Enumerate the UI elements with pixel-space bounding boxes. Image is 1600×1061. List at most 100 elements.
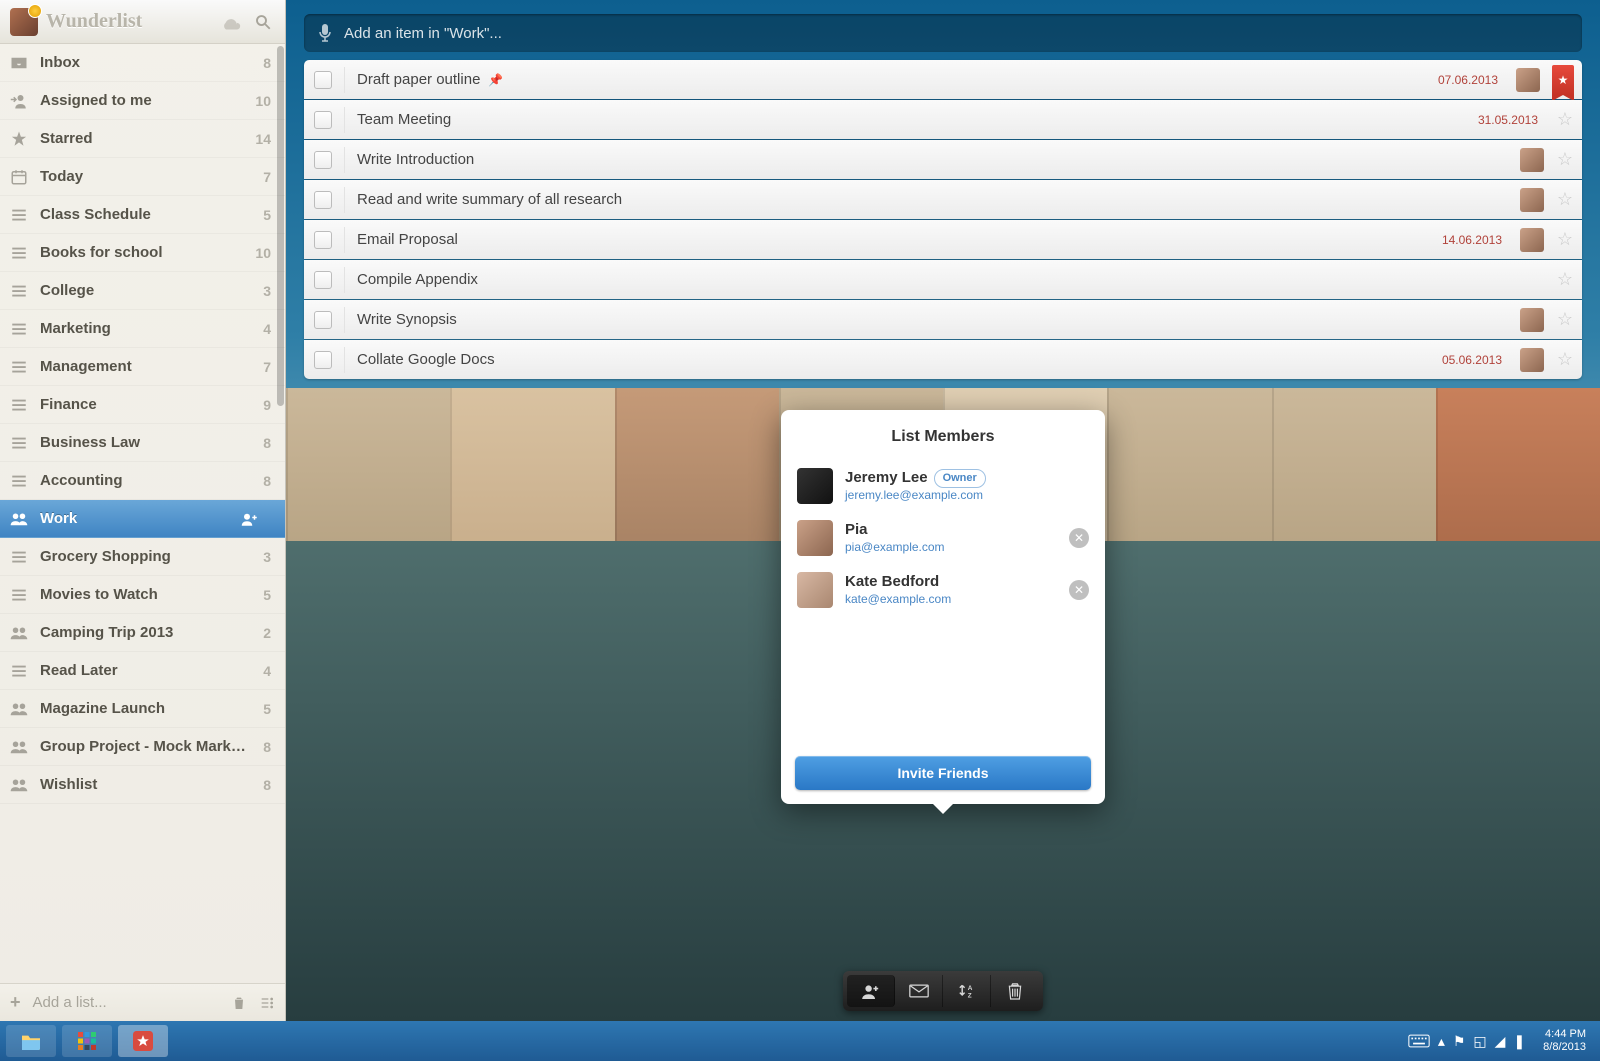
sidebar-item-label: College (40, 282, 251, 299)
sidebar-item-count: 10 (255, 93, 271, 109)
task-row[interactable]: Collate Google Docs05.06.2013☆ (304, 340, 1582, 379)
main-panel: Add an item in "Work"... Draft paper out… (286, 0, 1600, 1021)
sidebar-item-label: Work (40, 510, 229, 527)
sidebar-item-college[interactable]: College3 (0, 272, 285, 310)
sidebar-item-count: 5 (263, 207, 271, 223)
sidebar-item-magazine-launch[interactable]: Magazine Launch5 (0, 690, 285, 728)
assignee-avatar (1520, 348, 1544, 372)
star-icon[interactable]: ☆ (1556, 309, 1574, 330)
sync-icon[interactable] (219, 10, 243, 34)
sidebar-item-count: 4 (263, 663, 271, 679)
add-list-label: Add a list... (33, 994, 107, 1011)
add-list-button[interactable]: + Add a list... (10, 992, 219, 1013)
delete-list-button[interactable] (991, 975, 1039, 1007)
tray-flag-icon[interactable]: ⚑ (1453, 1033, 1466, 1050)
sidebar-item-count: 4 (263, 321, 271, 337)
member-avatar (797, 520, 833, 556)
sidebar-item-books-for-school[interactable]: Books for school10 (0, 234, 285, 272)
tray-icons[interactable]: ▴ ⚑ ◱ ◢ ❚ (1408, 1033, 1525, 1050)
task-checkbox[interactable] (314, 351, 332, 369)
flag-icon[interactable]: ★ (1552, 65, 1574, 95)
sidebar-item-label: Business Law (40, 434, 251, 451)
sidebar-item-accounting[interactable]: Accounting8 (0, 462, 285, 500)
task-date: 07.06.2013 (1438, 73, 1498, 87)
sidebar-item-assigned-to-me[interactable]: Assigned to me10 (0, 82, 285, 120)
star-icon[interactable]: ☆ (1556, 349, 1574, 370)
star-icon[interactable]: ☆ (1556, 109, 1574, 130)
task-list: Draft paper outline📌07.06.2013★Team Meet… (304, 60, 1582, 379)
sidebar-item-management[interactable]: Management7 (0, 348, 285, 386)
member-name: Kate Bedford (845, 572, 1057, 592)
task-row[interactable]: Draft paper outline📌07.06.2013★ (304, 60, 1582, 99)
star-icon[interactable]: ☆ (1556, 149, 1574, 170)
tray-battery-icon[interactable]: ❚ (1513, 1033, 1525, 1050)
email-list-button[interactable] (895, 975, 943, 1007)
sidebar-item-label: Wishlist (40, 776, 251, 793)
sidebar-item-group-project-mock-marke[interactable]: Group Project - Mock Marke...8 (0, 728, 285, 766)
tray-network-icon[interactable]: ◱ (1473, 1033, 1486, 1050)
sidebar-item-label: Movies to Watch (40, 586, 251, 603)
remove-member-button[interactable]: ✕ (1069, 528, 1089, 548)
people-icon (10, 778, 28, 792)
svg-text:Z: Z (967, 992, 971, 999)
remove-member-button[interactable]: ✕ (1069, 580, 1089, 600)
user-avatar[interactable] (10, 8, 38, 36)
task-checkbox[interactable] (314, 311, 332, 329)
add-person-icon[interactable] (241, 512, 259, 526)
task-row[interactable]: Team Meeting31.05.2013☆ (304, 100, 1582, 139)
sidebar-header: Wunderlist (0, 0, 285, 44)
sidebar-item-marketing[interactable]: Marketing4 (0, 310, 285, 348)
sidebar-item-wishlist[interactable]: Wishlist8 (0, 766, 285, 804)
task-row[interactable]: Write Introduction☆ (304, 140, 1582, 179)
taskbar-apps-button[interactable] (62, 1025, 112, 1057)
task-checkbox[interactable] (314, 151, 332, 169)
task-row[interactable]: Email Proposal14.06.2013☆ (304, 220, 1582, 259)
trash-icon[interactable] (231, 995, 247, 1011)
tray-chevron-icon[interactable]: ▴ (1438, 1033, 1445, 1050)
task-checkbox[interactable] (314, 231, 332, 249)
sidebar-item-finance[interactable]: Finance9 (0, 386, 285, 424)
star-icon[interactable]: ☆ (1556, 269, 1574, 290)
invite-friends-button[interactable]: Invite Friends (795, 756, 1091, 790)
sidebar-item-movies-to-watch[interactable]: Movies to Watch5 (0, 576, 285, 614)
share-list-button[interactable] (847, 975, 895, 1007)
task-date: 31.05.2013 (1478, 113, 1538, 127)
settings-icon[interactable] (259, 995, 275, 1011)
star-icon[interactable]: ☆ (1556, 189, 1574, 210)
search-icon[interactable] (251, 10, 275, 34)
sidebar-item-today[interactable]: Today7 (0, 158, 285, 196)
sidebar-item-read-later[interactable]: Read Later4 (0, 652, 285, 690)
sidebar-item-class-schedule[interactable]: Class Schedule5 (0, 196, 285, 234)
sidebar-item-grocery-shopping[interactable]: Grocery Shopping3 (0, 538, 285, 576)
task-row[interactable]: Write Synopsis☆ (304, 300, 1582, 339)
taskbar-clock[interactable]: 4:44 PM 8/8/2013 (1535, 1028, 1594, 1054)
list-icon (10, 664, 28, 678)
taskbar-wunderlist-button[interactable] (118, 1025, 168, 1057)
member-email: pia@example.com (845, 540, 1057, 556)
keyboard-icon[interactable] (1408, 1034, 1430, 1048)
list-icon (10, 588, 28, 602)
sidebar-item-inbox[interactable]: Inbox8 (0, 44, 285, 82)
sidebar-item-work[interactable]: Work (0, 500, 285, 538)
sidebar-item-business-law[interactable]: Business Law8 (0, 424, 285, 462)
pin-icon: 📌 (488, 73, 503, 87)
taskbar-explorer-button[interactable] (6, 1025, 56, 1057)
task-row[interactable]: Read and write summary of all research☆ (304, 180, 1582, 219)
task-row[interactable]: Compile Appendix☆ (304, 260, 1582, 299)
task-checkbox[interactable] (314, 111, 332, 129)
assignee-avatar (1520, 228, 1544, 252)
sidebar-item-count: 8 (263, 739, 271, 755)
sidebar-item-starred[interactable]: Starred14 (0, 120, 285, 158)
task-checkbox[interactable] (314, 71, 332, 89)
sidebar-item-camping-trip-2013[interactable]: Camping Trip 20132 (0, 614, 285, 652)
list-icon (10, 322, 28, 336)
sidebar-scrollbar[interactable] (276, 44, 285, 983)
member-name: Pia (845, 520, 1057, 540)
sort-list-button[interactable]: AZ (943, 975, 991, 1007)
task-checkbox[interactable] (314, 271, 332, 289)
task-checkbox[interactable] (314, 191, 332, 209)
star-icon[interactable]: ☆ (1556, 229, 1574, 250)
list-icon (10, 474, 28, 488)
add-item-input[interactable]: Add an item in "Work"... (304, 14, 1582, 52)
tray-volume-icon[interactable]: ◢ (1495, 1033, 1506, 1050)
